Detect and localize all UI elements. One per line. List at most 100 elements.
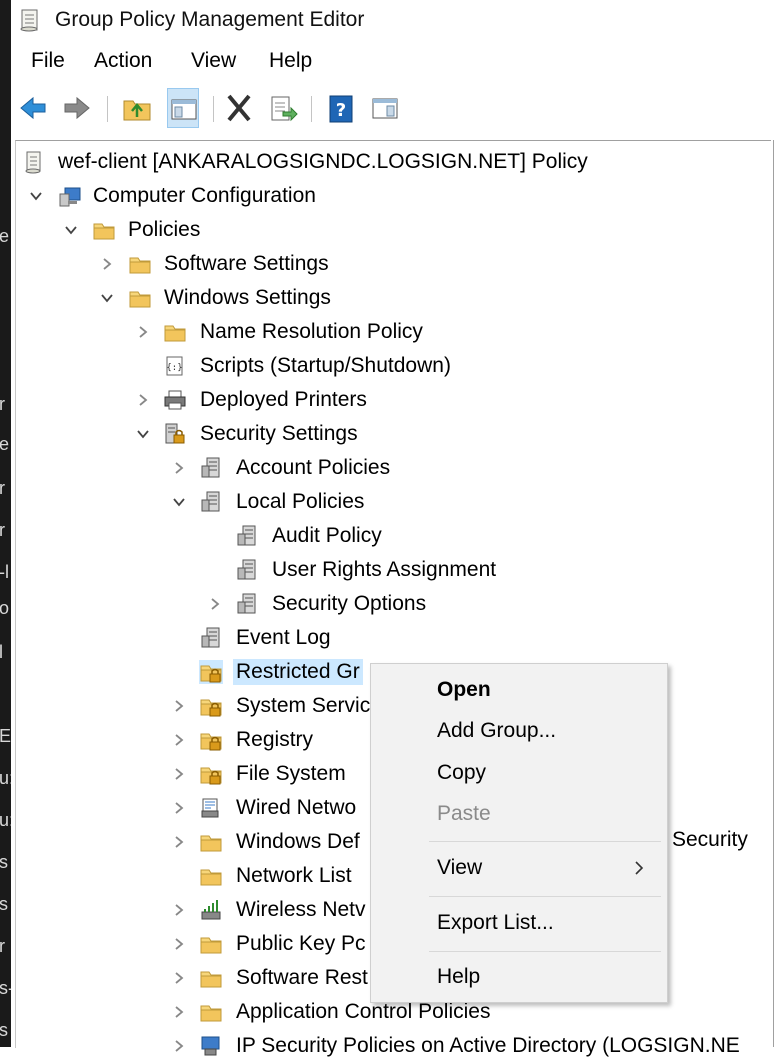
menu-separator xyxy=(429,841,661,842)
menu-item-help[interactable]: Help xyxy=(437,964,480,990)
tree-node-label: Wired Netwo xyxy=(236,796,357,819)
menu-bar: File Action View Help xyxy=(11,44,779,78)
policy-icon xyxy=(237,593,256,614)
tree-node-local-policies[interactable]: Local Policies xyxy=(0,486,760,518)
properties-button[interactable] xyxy=(369,88,401,128)
tree-node-label: Registry xyxy=(236,728,314,751)
tree-node-label: System Servic xyxy=(236,694,371,717)
forward-icon xyxy=(64,96,90,120)
up-one-level-button[interactable] xyxy=(121,88,153,128)
chevron-right-icon[interactable] xyxy=(99,256,115,272)
chevron-right-icon[interactable] xyxy=(135,324,151,340)
tree-node-scripts[interactable]: {:} Scripts (Startup/Shutdown) xyxy=(0,350,760,382)
help-icon: ? xyxy=(329,95,353,123)
chevron-right-icon[interactable] xyxy=(171,460,187,476)
up-folder-icon xyxy=(123,100,151,121)
back-icon xyxy=(20,96,46,120)
policy-icon xyxy=(237,525,256,546)
computer-icon xyxy=(59,187,81,207)
tree-node-security-options[interactable]: Security Options xyxy=(0,588,760,620)
chevron-right-icon[interactable] xyxy=(171,1038,187,1054)
lockfolder-icon xyxy=(200,767,222,785)
script-icon: {:} xyxy=(166,356,183,376)
tree-node-label: IP Security Policies on Active Directory… xyxy=(236,1034,740,1057)
chevron-down-icon[interactable] xyxy=(28,188,44,204)
tree-node-windows-settings[interactable]: Windows Settings xyxy=(0,282,760,314)
menu-item-copy[interactable]: Copy xyxy=(437,760,486,786)
menu-item-open[interactable]: Open xyxy=(437,677,491,703)
folder-icon xyxy=(93,223,115,240)
export-list-button[interactable] xyxy=(267,88,299,128)
tree-node-label: Restricted Gr xyxy=(233,659,363,685)
chevron-right-icon[interactable] xyxy=(171,970,187,986)
delete-icon xyxy=(227,94,251,122)
chevron-down-icon[interactable] xyxy=(63,222,79,238)
chevron-right-icon[interactable] xyxy=(171,834,187,850)
tree-node-label: Policies xyxy=(128,218,201,241)
policy-icon xyxy=(201,627,220,648)
tree-node-event-log[interactable]: Event Log xyxy=(0,622,760,654)
toolbar-separator xyxy=(213,96,214,122)
folder-icon xyxy=(164,325,186,342)
tree-node-label: Security Options xyxy=(272,592,427,615)
show-hide-console-tree-button[interactable] xyxy=(167,88,199,128)
chevron-down-icon[interactable] xyxy=(99,290,115,306)
delete-button[interactable] xyxy=(223,88,255,128)
tree-node-label: Public Key Pc xyxy=(236,932,366,955)
tree-node-ip-security[interactable]: IP Security Policies on Active Directory… xyxy=(0,1030,760,1062)
show-hide-console-tree-icon xyxy=(171,99,197,120)
toolbar-separator xyxy=(107,96,108,122)
tree-node-account-policies[interactable]: Account Policies xyxy=(0,452,760,484)
menu-item-add-group[interactable]: Add Group... xyxy=(437,718,556,744)
menu-item-paste[interactable]: Paste xyxy=(437,801,491,827)
tree-node-label: wef-client [ANKARALOGSIGNDC.LOGSIGN.NET]… xyxy=(58,150,588,173)
chevron-right-icon[interactable] xyxy=(135,392,151,408)
tree-node-software-settings[interactable]: Software Settings xyxy=(0,248,760,280)
tree-node-label: Software Rest xyxy=(236,966,368,989)
lockfolder-icon xyxy=(199,660,223,684)
menu-separator xyxy=(429,951,661,952)
tree-node-root[interactable]: wef-client [ANKARALOGSIGNDC.LOGSIGN.NET]… xyxy=(0,146,760,178)
menu-item-export-list[interactable]: Export List... xyxy=(437,910,554,936)
folder-icon xyxy=(200,869,222,886)
chevron-right-icon[interactable] xyxy=(171,800,187,816)
chevron-right-icon[interactable] xyxy=(171,732,187,748)
help-button[interactable]: ? xyxy=(325,88,357,128)
tree-node-security-settings[interactable]: Security Settings xyxy=(0,418,760,450)
toolbar: ? xyxy=(11,88,779,130)
chevron-down-icon[interactable] xyxy=(171,494,187,510)
tree-node-deployed-printers[interactable]: Deployed Printers xyxy=(0,384,760,416)
chevron-down-icon[interactable] xyxy=(135,426,151,442)
menu-item-view[interactable]: View xyxy=(437,855,482,881)
tree-node-label: Deployed Printers xyxy=(200,388,367,411)
tree-node-policies[interactable]: Policies xyxy=(0,214,760,246)
folder-icon xyxy=(200,835,222,852)
chevron-right-icon[interactable] xyxy=(207,596,223,612)
back-button[interactable] xyxy=(17,88,49,128)
chevron-right-icon[interactable] xyxy=(171,698,187,714)
menu-file[interactable]: File xyxy=(31,48,65,74)
tree-node-computer-configuration[interactable]: Computer Configuration xyxy=(0,180,760,212)
wired-icon xyxy=(201,798,219,818)
chevron-right-icon[interactable] xyxy=(171,936,187,952)
tree-node-audit-policy[interactable]: Audit Policy xyxy=(0,520,760,552)
policy-icon xyxy=(237,559,256,580)
chevron-right-icon[interactable] xyxy=(171,902,187,918)
tree-node-label: Software Settings xyxy=(164,252,329,275)
svg-text:?: ? xyxy=(336,100,346,121)
tree-node-name-resolution-policy[interactable]: Name Resolution Policy xyxy=(0,316,760,348)
chevron-right-icon[interactable] xyxy=(171,1004,187,1020)
title-bar[interactable]: Group Policy Management Editor xyxy=(11,0,779,40)
forward-button[interactable] xyxy=(61,88,93,128)
policy-scroll-icon xyxy=(20,9,38,32)
menu-action[interactable]: Action xyxy=(94,48,152,74)
context-menu: Open Add Group... Copy Paste View Export… xyxy=(370,663,668,1003)
menu-help[interactable]: Help xyxy=(269,48,312,74)
menu-view[interactable]: View xyxy=(191,48,236,74)
result-pane-text: Security xyxy=(672,828,748,851)
window-title: Group Policy Management Editor xyxy=(55,8,365,31)
chevron-right-icon[interactable] xyxy=(171,766,187,782)
tree-node-user-rights-assignment[interactable]: User Rights Assignment xyxy=(0,554,760,586)
scroll-icon xyxy=(25,151,41,174)
folder-icon xyxy=(200,937,222,954)
